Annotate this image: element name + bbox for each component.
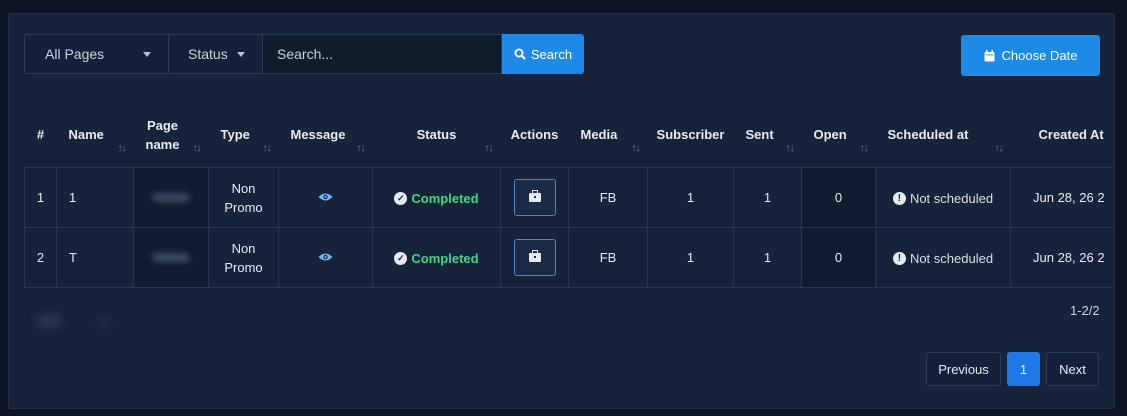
chevron-down-icon <box>143 52 151 57</box>
row-status: ✓ Completed <box>372 167 501 228</box>
pages-select-value: All Pages <box>45 46 105 62</box>
row-type: Non Promo <box>208 167 279 228</box>
status-badge: Completed <box>411 191 479 206</box>
pages-select[interactable]: All Pages <box>24 34 169 74</box>
col-header-sent[interactable]: Sent ↑↓ <box>734 102 802 168</box>
row-number: 1 <box>24 167 57 228</box>
row-open: 0 <box>801 167 876 228</box>
col-header-scheduled-at[interactable]: Scheduled at ↑↓ <box>876 102 1011 168</box>
col-header-name[interactable]: Name ↑↓ <box>57 102 134 168</box>
eye-icon[interactable] <box>318 249 333 265</box>
exclamation-circle-icon: ! <box>892 192 906 205</box>
previous-page-button[interactable]: Previous <box>926 352 1001 386</box>
sort-icon: ↑↓ <box>994 143 1004 154</box>
col-header-subscriber[interactable]: Subscriber <box>648 102 734 168</box>
pagination: Previous 1 Next <box>926 352 1099 386</box>
row-actions <box>500 167 569 228</box>
row-created-at: Jun 28, 26 2 <box>1010 227 1114 288</box>
row-page-name <box>133 227 209 288</box>
row-scheduled: ! Not scheduled <box>875 167 1011 228</box>
col-header-number[interactable]: # <box>25 102 57 168</box>
search-button-label: Search <box>530 46 573 62</box>
sort-icon: ↑↓ <box>484 143 494 154</box>
sort-icon: ↑↓ <box>192 143 202 154</box>
row-actions <box>500 227 569 288</box>
search-button[interactable]: Search <box>502 34 584 74</box>
row-name: T <box>56 227 134 288</box>
next-page-button[interactable]: Next <box>1046 352 1099 386</box>
col-header-created-at[interactable]: Created At <box>1011 102 1115 168</box>
page-1-button[interactable]: 1 <box>1007 352 1040 386</box>
briefcase-icon <box>528 250 541 262</box>
col-header-status[interactable]: Status ↑↓ <box>373 102 501 168</box>
row-media: FB <box>568 227 648 288</box>
briefcase-icon <box>528 190 541 202</box>
actions-button[interactable] <box>513 179 556 216</box>
sort-icon: ↑↓ <box>356 143 366 154</box>
chevron-down-icon <box>237 52 245 57</box>
check-circle-icon: ✓ <box>394 192 408 205</box>
col-header-type[interactable]: Type ↑↓ <box>209 102 279 168</box>
blurred-page-size-caret <box>97 317 111 327</box>
sort-icon: ↑↓ <box>859 143 869 154</box>
sort-icon: ↑↓ <box>262 143 272 154</box>
eye-icon[interactable] <box>318 189 333 205</box>
row-name: 1 <box>56 167 134 228</box>
status-select-value: Status <box>188 46 228 62</box>
calendar-icon <box>984 49 995 61</box>
row-number: 2 <box>24 227 57 288</box>
choose-date-label: Choose Date <box>1001 48 1078 63</box>
status-badge: Completed <box>411 251 479 266</box>
search-input[interactable] <box>263 34 502 74</box>
results-count: 1-2/2 <box>1070 303 1100 318</box>
row-subscriber: 1 <box>647 167 734 228</box>
table-row: 2 T Non Promo ✓ Completed FB 1 1 0 ! Not s… <box>24 227 1114 288</box>
exclamation-circle-icon: ! <box>892 252 906 265</box>
col-header-message[interactable]: Message ↑↓ <box>279 102 373 168</box>
col-header-open[interactable]: Open ↑↓ <box>802 102 876 168</box>
col-header-media[interactable]: Media ↑↓ <box>569 102 648 168</box>
row-media: FB <box>568 167 648 228</box>
row-sent: 1 <box>733 167 802 228</box>
col-header-page-name[interactable]: Page name ↑↓ <box>134 102 209 168</box>
sort-icon: ↑↓ <box>117 143 127 154</box>
table-row: 1 1 Non Promo ✓ Completed FB 1 1 0 ! Not s… <box>24 167 1114 228</box>
blurred-page-name <box>152 193 190 202</box>
check-circle-icon: ✓ <box>394 252 408 265</box>
table-container: # Name ↑↓ Page name ↑↓ Type ↑↓ Message ↑↓ St… <box>24 102 1114 288</box>
row-page-name <box>133 167 209 228</box>
blurred-page-size <box>37 314 61 328</box>
row-status: ✓ Completed <box>372 227 501 288</box>
row-scheduled: ! Not scheduled <box>875 227 1011 288</box>
actions-button[interactable] <box>513 239 556 276</box>
campaign-table: # Name ↑↓ Page name ↑↓ Type ↑↓ Message ↑↓ St… <box>24 102 1115 288</box>
row-subscriber: 1 <box>647 227 734 288</box>
row-open: 0 <box>801 227 876 288</box>
row-sent: 1 <box>733 227 802 288</box>
campaign-list-card: All Pages Status Search Choose Date <box>8 13 1115 409</box>
sort-icon: ↑↓ <box>631 143 641 154</box>
blurred-page-name <box>152 253 190 262</box>
table-header-row: # Name ↑↓ Page name ↑↓ Type ↑↓ Message ↑↓ St… <box>25 102 1115 168</box>
choose-date-button[interactable]: Choose Date <box>961 35 1100 76</box>
filter-bar: All Pages Status Search <box>24 34 584 74</box>
row-message[interactable] <box>278 167 373 228</box>
col-header-actions: Actions <box>510 127 559 142</box>
row-created-at: Jun 28, 26 2 <box>1010 167 1114 228</box>
status-select[interactable]: Status <box>169 34 263 74</box>
row-message[interactable] <box>278 227 373 288</box>
sort-icon: ↑↓ <box>785 143 795 154</box>
search-icon <box>514 48 526 60</box>
row-type: Non Promo <box>208 227 279 288</box>
